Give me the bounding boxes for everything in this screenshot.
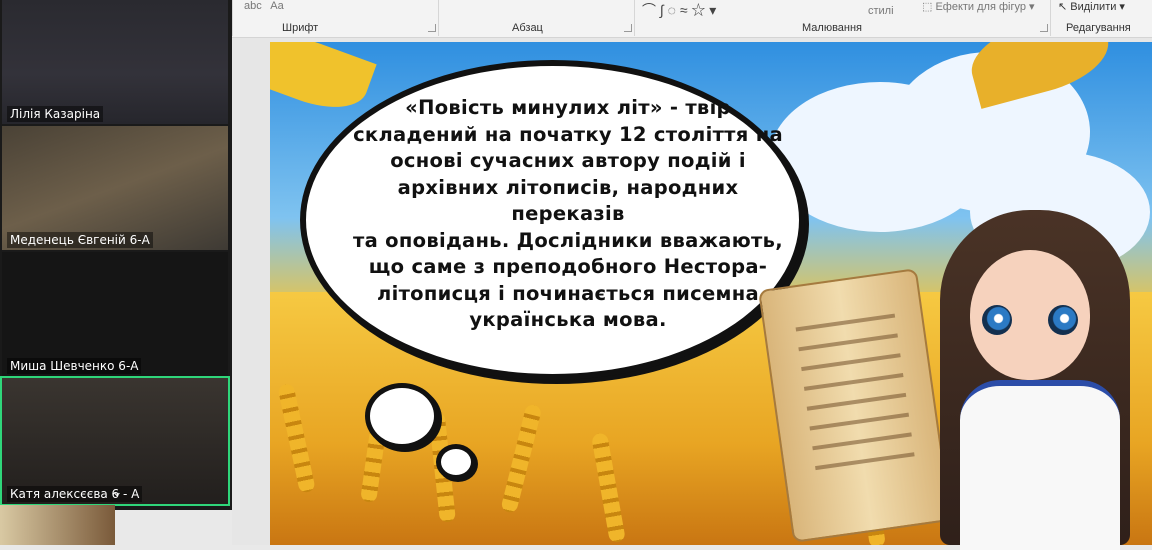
group-editing-label: Редагування (1066, 22, 1131, 34)
select-button[interactable]: ↖ Виділити ▾ (1058, 0, 1125, 13)
participant-tile[interactable]: Меденець Євгеній 6-А (2, 126, 228, 250)
video-gallery: Лілія Казаріна Меденець Євгеній 6-А Миша… (0, 0, 232, 510)
drawing-dialog-launcher[interactable] (1040, 24, 1048, 32)
participant-name: Миша Шевченко 6-А (7, 358, 142, 374)
scroll-text-line (812, 432, 912, 451)
bubble-line: складений на початку 12 століття на (353, 122, 783, 146)
font-dialog-launcher[interactable] (428, 24, 436, 32)
shape-effects-button[interactable]: ⬚ Ефекти для фігур ▾ (922, 0, 1035, 13)
font-tool-fragment[interactable]: abc Aa (244, 0, 284, 12)
shape-effects-label: Ефекти для фігур (935, 1, 1026, 13)
scroll-text-line (798, 333, 898, 352)
participant-tile[interactable]: Миша Шевченко 6-А (2, 252, 228, 376)
group-drawing-label: Малювання (802, 22, 863, 34)
thought-bubble-small (365, 383, 439, 449)
group-font-label: Шрифт (282, 22, 319, 34)
bubble-line: літописця і починається писемна (377, 281, 759, 305)
ribbon-separator (438, 0, 439, 36)
bubble-line: «Повість минулих літ» - твір (405, 96, 731, 119)
group-paragraph-label: Абзац (512, 22, 543, 34)
speech-bubble-text[interactable]: «Повість минулих літ» - твір складений н… (352, 95, 784, 334)
girl-eye-left (982, 305, 1012, 335)
thought-bubble-tiny (436, 444, 476, 480)
bubble-line: архівних літописів, народних переказів (397, 175, 739, 226)
scroll-text-line (795, 313, 896, 332)
girl-eye-right (1048, 305, 1078, 335)
scroll-text-line (815, 452, 915, 471)
shapes-gallery[interactable]: ⌒ ∫ ◌ ≈ ☆ ▾ (642, 0, 716, 20)
girl-illustration (920, 210, 1152, 550)
participant-name: Лілія Казаріна (7, 106, 104, 122)
ribbon: abc Aa Шрифт Абзац ⌒ ∫ ◌ ≈ ☆ ▾ Малювання… (232, 0, 1152, 38)
participant-tile[interactable]: Лілія Казаріна (2, 0, 228, 124)
ribbon-separator (1050, 0, 1051, 36)
slide-thumbnail[interactable] (0, 505, 115, 545)
girl-blouse (960, 380, 1120, 550)
bubble-line: та оповідань. Дослідники вважають, (353, 228, 783, 252)
quick-styles-label[interactable]: стилі (868, 5, 894, 17)
bubble-line: українська мова. (469, 308, 667, 331)
scroll-text-line (801, 353, 901, 372)
chevron-down-icon[interactable]: ⌄ (106, 484, 128, 500)
scroll-text-line (803, 373, 904, 391)
bubble-line: що саме з преподобного Нестора- (368, 255, 768, 278)
scroll-text-line (809, 412, 910, 431)
participant-name: Меденець Євгеній 6-А (7, 232, 153, 248)
ribbon-separator (232, 0, 233, 36)
paragraph-dialog-launcher[interactable] (624, 24, 632, 32)
select-label: Виділити (1070, 1, 1117, 13)
ribbon-separator (634, 0, 635, 36)
scroll-text-line (806, 392, 907, 411)
bubble-line: основі сучасних автору подій і (390, 149, 746, 172)
participant-tile-active[interactable]: Катя алексєєва 6 - А ⌄ (0, 376, 230, 506)
